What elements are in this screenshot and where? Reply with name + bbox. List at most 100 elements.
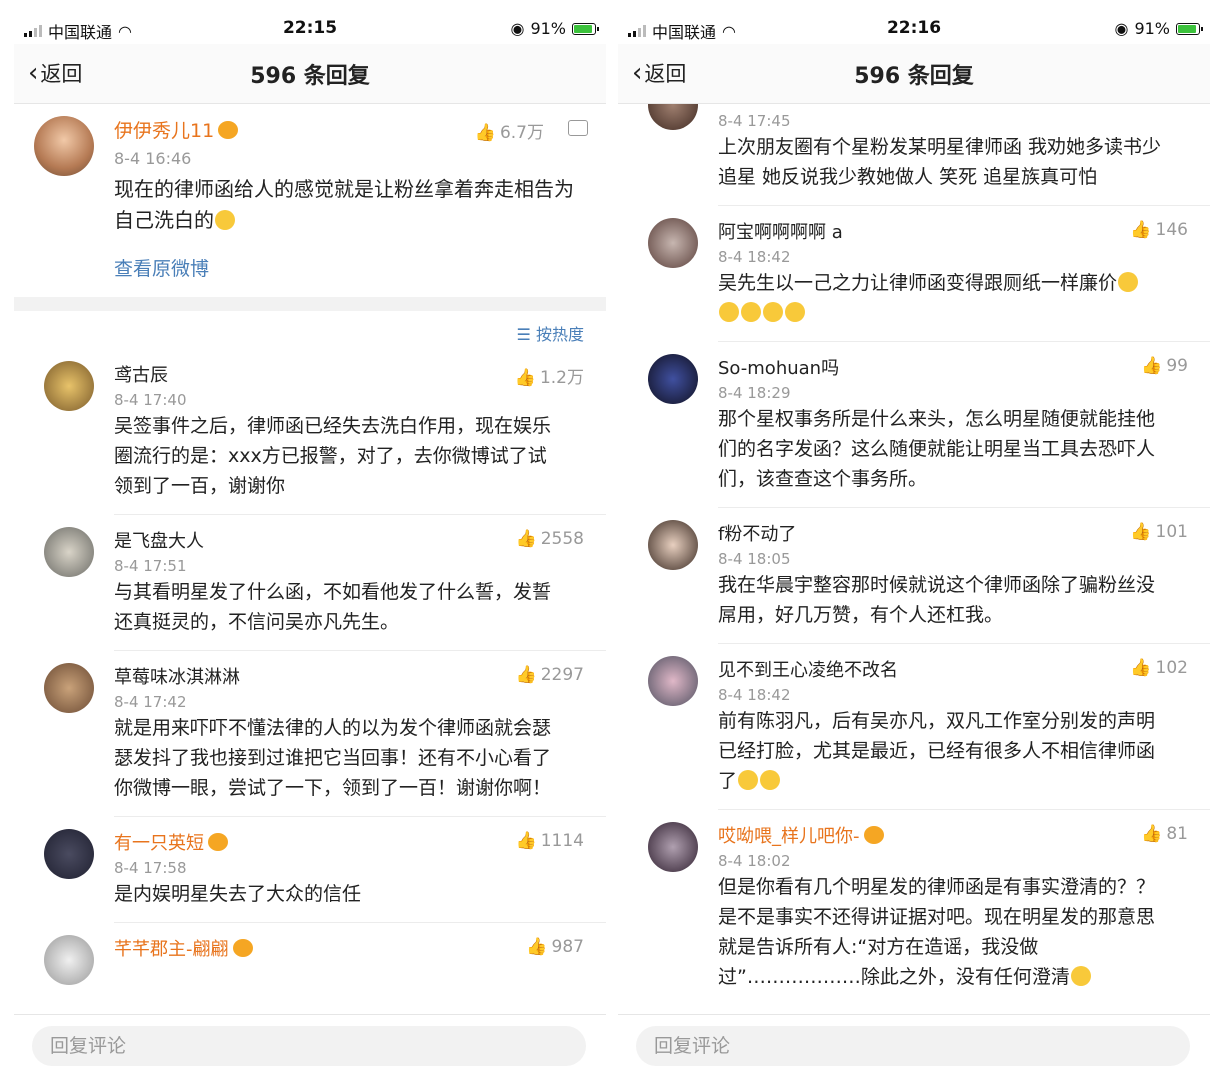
like-button[interactable]: 👍 987	[526, 937, 584, 957]
like-button[interactable]: 👍 2297	[516, 665, 584, 685]
doge-emoji-icon	[719, 302, 739, 322]
timestamp: 8-4 16:46	[114, 149, 192, 168]
avatar[interactable]	[648, 520, 698, 570]
author-name[interactable]: 哎呦喂_样儿吧你-	[718, 826, 860, 847]
timestamp: 8-4 18:42	[718, 686, 791, 704]
nav-bar: ‹ 返回 596 条回复	[14, 44, 606, 104]
laugh-emoji-icon	[1070, 966, 1091, 986]
like-button[interactable]: 👍 102	[1130, 658, 1188, 678]
battery-percent: 91%	[1134, 19, 1170, 38]
thumbs-up-icon: 👍	[514, 368, 536, 388]
doge-emoji-icon	[763, 302, 783, 322]
list-item: 芊芊郡主-翩翩 👍 987	[14, 923, 606, 985]
vip-badge-icon	[232, 939, 253, 957]
status-bar: 中国联通 ◠ 22:16 ◉ 91%	[618, 14, 1210, 44]
comment-text: 就是用来吓吓不懂法律的人的以为发个律师函就会瑟瑟发抖了我也接到过谁把它当回事！还…	[114, 717, 552, 799]
thumbs-up-icon: 👍	[515, 529, 537, 549]
vip-badge-icon	[218, 121, 239, 139]
comment-text: 与其看明星发了什么函，不如看他发了什么誓，发誓还真挺灵的，不信问吴亦凡先生。	[114, 581, 552, 633]
timestamp: 8-4 17:40	[114, 391, 187, 409]
thumbs-up-icon: 👍	[1141, 824, 1163, 844]
avatar[interactable]	[44, 935, 94, 985]
author-name[interactable]: 芊芊郡主-翩翩	[114, 939, 229, 960]
timestamp: 8-4 18:05	[718, 550, 791, 568]
thumbs-up-icon: 👍	[1130, 522, 1152, 542]
page-title: 596 条回复	[854, 64, 974, 89]
sort-button[interactable]: ☰ 按热度	[517, 321, 584, 345]
timestamp: 8-4 18:29	[718, 384, 791, 402]
like-button[interactable]: 👍 1114	[516, 831, 584, 851]
original-comment: 伊伊秀儿11 8-4 16:46 现在的律师函给人的感觉就是让粉丝拿着奔走相告为…	[14, 104, 606, 297]
like-button[interactable]: 👍 99	[1141, 356, 1188, 376]
battery-percent: 91%	[530, 19, 566, 38]
avatar[interactable]	[44, 829, 94, 879]
timestamp: 8-4 17:51	[114, 557, 187, 575]
avatar[interactable]	[44, 663, 94, 713]
reply-bar: 回复评论	[14, 1014, 606, 1070]
screen-left: 中国联通 ◠ 22:15 ◉ 91% ‹ 返回 596 条回复 伊伊秀儿11 8…	[14, 14, 606, 1070]
avatar[interactable]	[34, 116, 94, 176]
avatar[interactable]	[648, 218, 698, 268]
orientation-lock-icon: ◉	[510, 19, 525, 38]
doge-emoji-icon	[215, 210, 235, 230]
list-item: 鸢古辰 8-4 17:40 吴签事件之后，律师函已经失去洗白作用，现在娱乐圈流行…	[14, 349, 606, 515]
list-item: 8-4 17:45 上次朋友圈有个星粉发某明星律师函 我劝她多读书少追星 她反说…	[618, 104, 1210, 206]
doge-emoji-icon	[785, 302, 805, 322]
comment-text: 我在华晨宇整容那时候就说这个律师函除了骗粉丝没屌用，好几万赞，有个人还杠我。	[718, 574, 1156, 626]
list-item: 草莓味冰淇淋淋 8-4 17:42 就是用来吓吓不懂法律的人的以为发个律师函就会…	[14, 651, 606, 817]
author-name[interactable]: 伊伊秀儿11	[114, 120, 214, 142]
comment-text: 是内娱明星失去了大众的信任	[114, 883, 362, 905]
timestamp: 8-4 18:42	[718, 248, 791, 266]
author-name[interactable]: f粉不动了	[718, 520, 1192, 546]
vip-badge-icon	[208, 833, 228, 851]
avatar[interactable]	[648, 656, 698, 706]
like-button[interactable]: 👍 146	[1130, 220, 1188, 240]
comment-feed[interactable]: 8-4 17:45 上次朋友圈有个星粉发某明星律师函 我劝她多读书少追星 她反说…	[618, 104, 1210, 1014]
list-item: 有一只英短 8-4 17:58 是内娱明星失去了大众的信任 👍 1114	[14, 817, 606, 923]
screen-right: 中国联通 ◠ 22:16 ◉ 91% ‹ 返回 596 条回复 8-4 17:4…	[618, 14, 1210, 1070]
avatar[interactable]	[648, 104, 698, 130]
like-button[interactable]: 👍 2558	[516, 529, 584, 549]
view-original-link[interactable]: 查看原微博	[114, 254, 588, 281]
like-button[interactable]: 👍 1.2万	[515, 363, 584, 388]
page-title: 596 条回复	[250, 64, 370, 89]
list-item: 哎呦喂_样儿吧你- 8-4 18:02 但是你看有几个明星发的律师函是有事实澄清…	[618, 810, 1210, 1006]
comment-text: 上次朋友圈有个星粉发某明星律师函 我劝她多读书少追星 她反说我少教她做人 笑死 …	[718, 136, 1162, 188]
avatar[interactable]	[648, 822, 698, 872]
like-button[interactable]: 👍 6.7万	[475, 118, 544, 143]
timestamp: 8-4 18:02	[718, 852, 791, 870]
like-button[interactable]: 👍 101	[1130, 522, 1188, 542]
battery-icon	[1176, 22, 1203, 35]
thumbs-up-icon: 👍	[515, 665, 537, 685]
vip-badge-icon	[863, 826, 884, 844]
thumbs-up-icon: 👍	[515, 831, 537, 851]
thumbs-up-icon: 👍	[526, 937, 548, 957]
comment-text: 那个星权事务所是什么来头，怎么明星随便就能挂他们的名字发函？这么随便就能让明星当…	[718, 408, 1156, 490]
grin-emoji-icon	[760, 770, 781, 790]
list-item: So-mohuan吗 8-4 18:29 那个星权事务所是什么来头，怎么明星随便…	[618, 342, 1210, 508]
comment-icon[interactable]	[568, 120, 588, 136]
reply-input[interactable]: 回复评论	[636, 1026, 1190, 1066]
like-button[interactable]: 👍 81	[1141, 824, 1188, 844]
comment-feed[interactable]: 伊伊秀儿11 8-4 16:46 现在的律师函给人的感觉就是让粉丝拿着奔走相告为…	[14, 104, 606, 1014]
list-item: 阿宝啊啊啊啊 a 8-4 18:42 吴先生以一己之力让律师函变得跟厕纸一样廉价…	[618, 206, 1210, 342]
timestamp: 8-4 17:42	[114, 693, 187, 711]
comment-text: 但是你看有几个明星发的律师函是有事实澄清的？？是不是事实不还得讲证据对吧。现在明…	[718, 876, 1156, 988]
avatar[interactable]	[648, 354, 698, 404]
reply-input[interactable]: 回复评论	[32, 1026, 586, 1066]
status-bar: 中国联通 ◠ 22:15 ◉ 91%	[14, 14, 606, 44]
avatar[interactable]	[44, 527, 94, 577]
avatar[interactable]	[44, 361, 94, 411]
list-item: 是飞盘大人 8-4 17:51 与其看明星发了什么函，不如看他发了什么誓，发誓还…	[14, 515, 606, 651]
author-name[interactable]: So-mohuan吗	[718, 354, 1192, 380]
comment-text: 吴先生以一己之力让律师函变得跟厕纸一样廉价	[718, 268, 1192, 328]
timestamp: 8-4 17:45	[718, 112, 791, 130]
reply-bar: 回复评论	[618, 1014, 1210, 1070]
list-item: 见不到王心凌绝不改名 8-4 18:42 前有陈羽凡，后有吴亦凡，双凡工作室分别…	[618, 644, 1210, 810]
thumbs-up-icon: 👍	[1141, 356, 1163, 376]
thumbs-up-icon: 👍	[474, 123, 496, 143]
author-name[interactable]: 有一只英短	[114, 833, 204, 854]
author-name[interactable]: 见不到王心凌绝不改名	[718, 656, 1192, 682]
author-name[interactable]: 阿宝啊啊啊啊 a	[718, 218, 1192, 244]
comment-text: 现在的律师函给人的感觉就是让粉丝拿着奔走相告为自己洗白的	[114, 177, 574, 232]
